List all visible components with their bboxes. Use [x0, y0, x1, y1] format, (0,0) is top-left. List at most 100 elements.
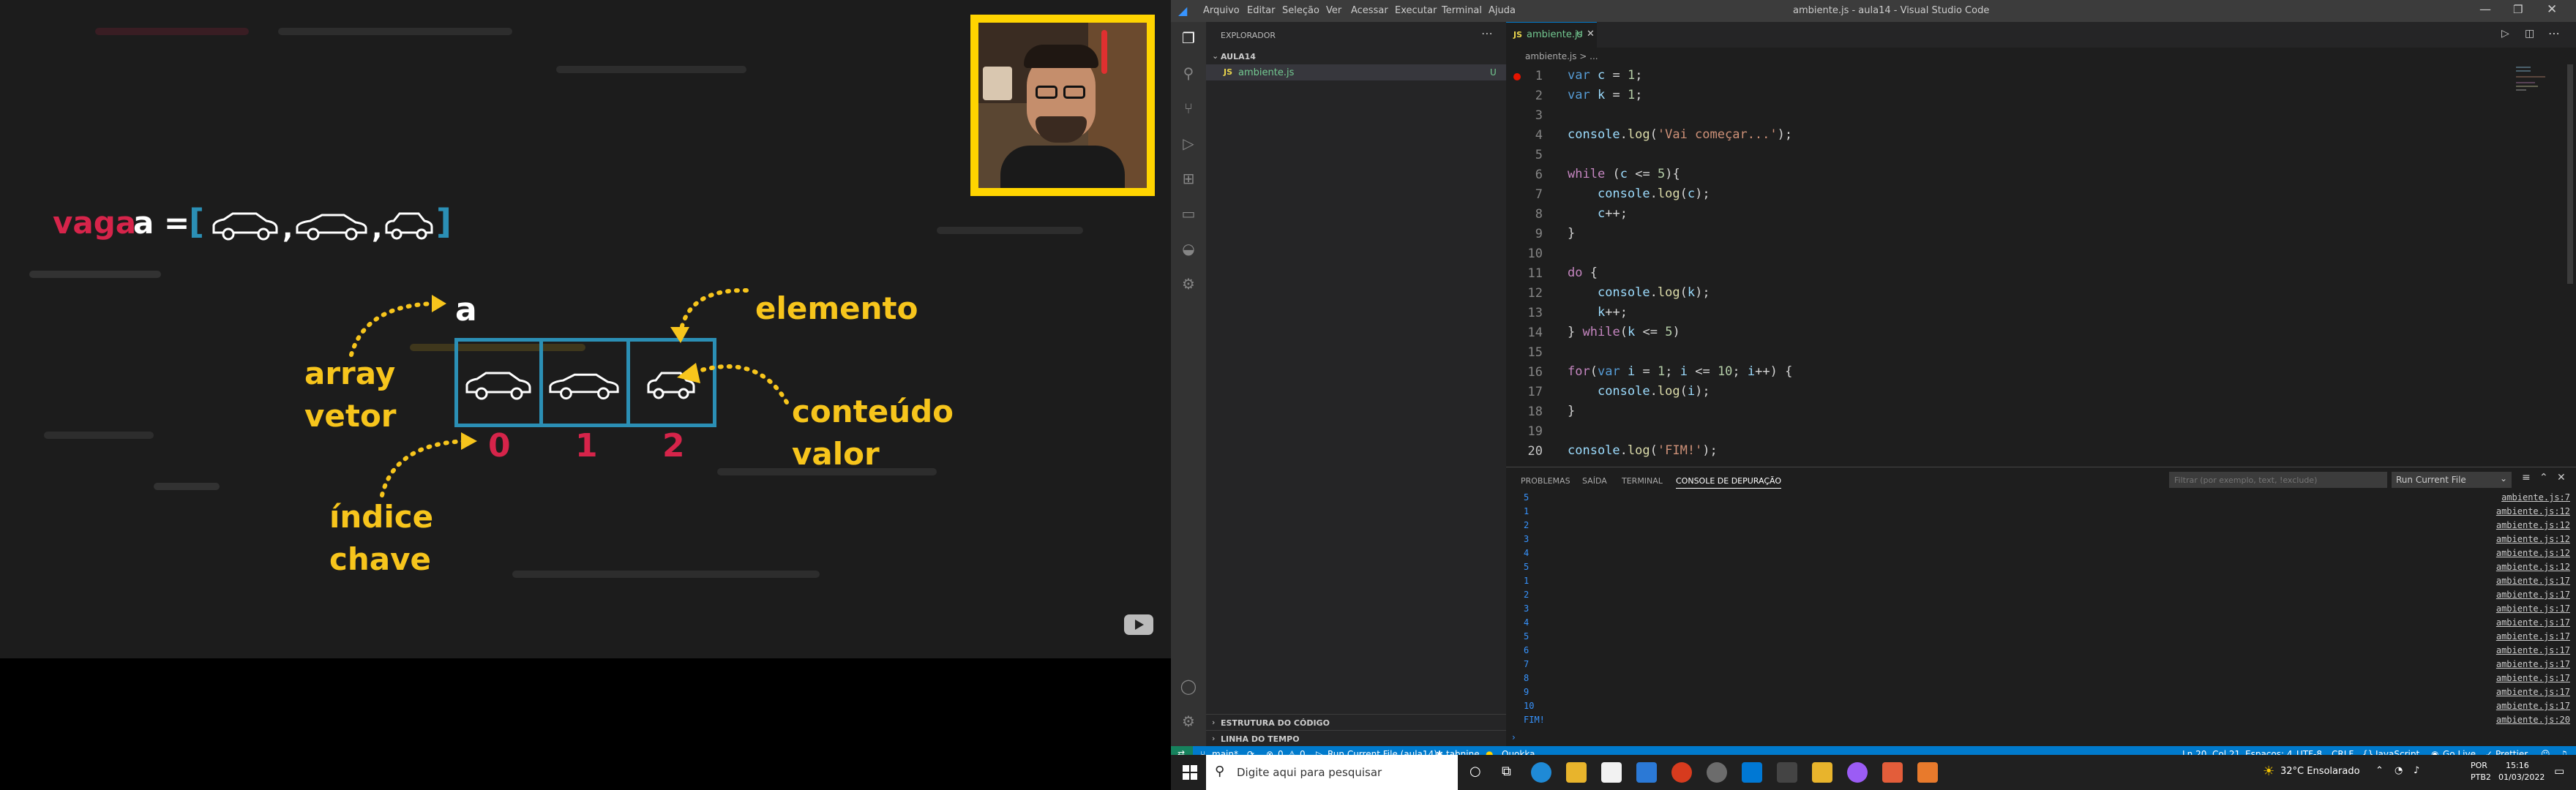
console-source-link[interactable]: ambiente.js:17	[2496, 631, 2570, 642]
tab-debug-console[interactable]: CONSOLE DE DEPURAÇÃO	[1676, 476, 1782, 489]
outline-section[interactable]: › ESTRUTURA DO CÓDIGO	[1206, 714, 1506, 730]
console-source-link[interactable]: ambiente.js:17	[2496, 687, 2570, 697]
menu-ver[interactable]: Ver	[1326, 5, 1341, 16]
maximize-icon[interactable]: ❐	[2513, 3, 2523, 16]
menu-editar[interactable]: Editar	[1247, 5, 1276, 16]
menu-selecao[interactable]: Seleção	[1282, 5, 1319, 16]
edge-icon[interactable]	[1531, 762, 1551, 783]
console-source-link[interactable]: ambiente.js:12	[2496, 534, 2570, 544]
weather-icon[interactable]: ☀	[2263, 764, 2274, 779]
source-control-icon[interactable]: ⑂	[1180, 99, 1197, 117]
clear-console-icon[interactable]: ≡	[2522, 472, 2531, 484]
code-line[interactable]: do {	[1568, 263, 1598, 283]
search-icon[interactable]: ⚲	[1180, 64, 1197, 82]
menu-arquivo[interactable]: Arquivo	[1203, 5, 1240, 16]
menu-ajuda[interactable]: Ajuda	[1489, 5, 1516, 16]
windows-start-icon[interactable]	[1183, 765, 1197, 780]
tray-chevron-icon[interactable]: ⌃	[2375, 765, 2384, 776]
weather-text[interactable]: 32°C Ensolarado	[2280, 766, 2360, 777]
menu-acessar[interactable]: Acessar	[1351, 5, 1388, 16]
chevron-up-icon[interactable]: ⌃	[2539, 472, 2548, 484]
console-source-link[interactable]: ambiente.js:17	[2496, 576, 2570, 586]
console-source-link[interactable]: ambiente.js:12	[2496, 548, 2570, 558]
volume-icon[interactable]: ♪	[2414, 765, 2419, 776]
console-source-link[interactable]: ambiente.js:12	[2496, 506, 2570, 516]
code-line[interactable]: for(var i = 1; i <= 10; i++) {	[1568, 362, 1792, 382]
minimap[interactable]	[2516, 64, 2560, 108]
docker-icon[interactable]: ◒	[1180, 240, 1197, 257]
console-source-link[interactable]: ambiente.js:20	[2496, 715, 2570, 725]
account-icon[interactable]: ◯	[1180, 677, 1197, 695]
more-actions-icon[interactable]: ⋯	[2548, 26, 2560, 40]
debug-console-output[interactable]: 5 ambiente.js:7 1 ambiente.js:12 2 ambiente.j…	[1506, 492, 2576, 741]
console-source-link[interactable]: ambiente.js:17	[2496, 701, 2570, 711]
filter-input[interactable]	[2169, 472, 2387, 488]
code-line[interactable]: console.log('Vai começar...');	[1568, 125, 1792, 145]
store-icon[interactable]	[1601, 762, 1622, 783]
console-source-link[interactable]: ambiente.js:17	[2496, 659, 2570, 669]
code-line[interactable]: while (c <= 5){	[1568, 165, 1680, 184]
code-line[interactable]: }	[1568, 224, 1575, 244]
code-line[interactable]: var k = 1;	[1568, 86, 1642, 105]
github-icon[interactable]	[1847, 762, 1868, 783]
settings-sync-icon[interactable]: ⚙	[1180, 275, 1197, 293]
youtube-logo-icon[interactable]	[1124, 614, 1153, 635]
keyboard-layout[interactable]: PTB2	[2471, 772, 2491, 782]
mail-icon[interactable]	[1636, 762, 1657, 783]
opera-icon[interactable]	[1671, 762, 1692, 783]
console-source-link[interactable]: ambiente.js:7	[2501, 492, 2570, 503]
console-source-link[interactable]: ambiente.js:17	[2496, 673, 2570, 683]
console-source-link[interactable]: ambiente.js:17	[2496, 603, 2570, 614]
app-icon[interactable]	[1707, 762, 1727, 783]
minimize-icon[interactable]: —	[2479, 2, 2491, 16]
task-view-icon[interactable]: ⧉	[1502, 764, 1511, 779]
timeline-section[interactable]: › LINHA DO TEMPO	[1206, 730, 1506, 746]
close-panel-icon[interactable]: ✕	[2557, 472, 2566, 484]
breadcrumb[interactable]: ambiente.js > ...	[1525, 51, 1598, 61]
close-window-icon[interactable]: ✕	[2547, 2, 2557, 17]
split-editor-icon[interactable]: ◫	[2525, 28, 2534, 40]
remote-explorer-icon[interactable]: ▭	[1180, 205, 1197, 222]
cortana-icon[interactable]: ○	[1469, 764, 1481, 779]
notes-icon[interactable]	[1812, 762, 1832, 783]
network-icon[interactable]: ◔	[2395, 765, 2403, 776]
code-line[interactable]: k++;	[1568, 303, 1628, 323]
menu-executar[interactable]: Executar	[1395, 5, 1437, 16]
console-prompt-icon[interactable]: ›	[1512, 732, 1516, 742]
close-tab-icon[interactable]: ✕	[1587, 29, 1595, 40]
console-source-link[interactable]: ambiente.js:17	[2496, 617, 2570, 628]
folder-header[interactable]: ⌄ AULA14	[1206, 50, 1506, 64]
tab-output[interactable]: SAÍDA	[1582, 476, 1607, 486]
clock-date[interactable]: 01/03/2022	[2498, 772, 2545, 782]
code-line[interactable]: var c = 1;	[1568, 66, 1642, 86]
clock-time[interactable]: 15:16	[2506, 761, 2529, 770]
editor-scrollbar[interactable]	[2567, 64, 2573, 284]
code-line[interactable]: c++;	[1568, 204, 1628, 224]
recorder-icon[interactable]	[1882, 762, 1903, 783]
menu-terminal[interactable]: Terminal	[1442, 5, 1482, 16]
language-indicator[interactable]: POR	[2471, 761, 2487, 770]
console-source-link[interactable]: ambiente.js:12	[2496, 562, 2570, 572]
gear-icon[interactable]: ⚙	[1180, 712, 1197, 730]
console-source-link[interactable]: ambiente.js:17	[2496, 645, 2570, 655]
code-line[interactable]: console.log(c);	[1568, 184, 1710, 204]
code-line[interactable]: }	[1568, 402, 1575, 421]
code-area[interactable]: 1 var c = 1; 2 var k = 1; 3 4 console.log('Vai…	[1506, 66, 2531, 467]
console-source-link[interactable]: ambiente.js:12	[2496, 520, 2570, 530]
more-actions-icon[interactable]: ⋯	[1481, 26, 1493, 40]
tab-ambiente[interactable]: JS ambiente.js U ✕	[1506, 22, 1597, 48]
file-item[interactable]: JS ambiente.js U	[1206, 64, 1506, 80]
tab-problems[interactable]: PROBLEMAS	[1521, 476, 1570, 486]
notification-icon[interactable]: ▭	[2554, 764, 2564, 778]
taskbar-search[interactable]: ⚲ Digite aqui para pesquisar	[1206, 755, 1458, 790]
vscode-taskbar-icon[interactable]	[1742, 762, 1762, 783]
explorer-icon[interactable]: ❐	[1180, 29, 1197, 47]
code-line[interactable]: console.log(k);	[1568, 283, 1710, 303]
tab-terminal[interactable]: TERMINAL	[1622, 476, 1663, 486]
app-icon[interactable]	[1917, 762, 1938, 783]
run-file-icon[interactable]: ▷	[2501, 28, 2509, 40]
run-config-select[interactable]: Run Current File ⌄	[2392, 472, 2512, 488]
console-source-link[interactable]: ambiente.js:17	[2496, 590, 2570, 600]
run-debug-icon[interactable]: ▷	[1180, 135, 1197, 152]
terminal-app-icon[interactable]	[1777, 762, 1797, 783]
